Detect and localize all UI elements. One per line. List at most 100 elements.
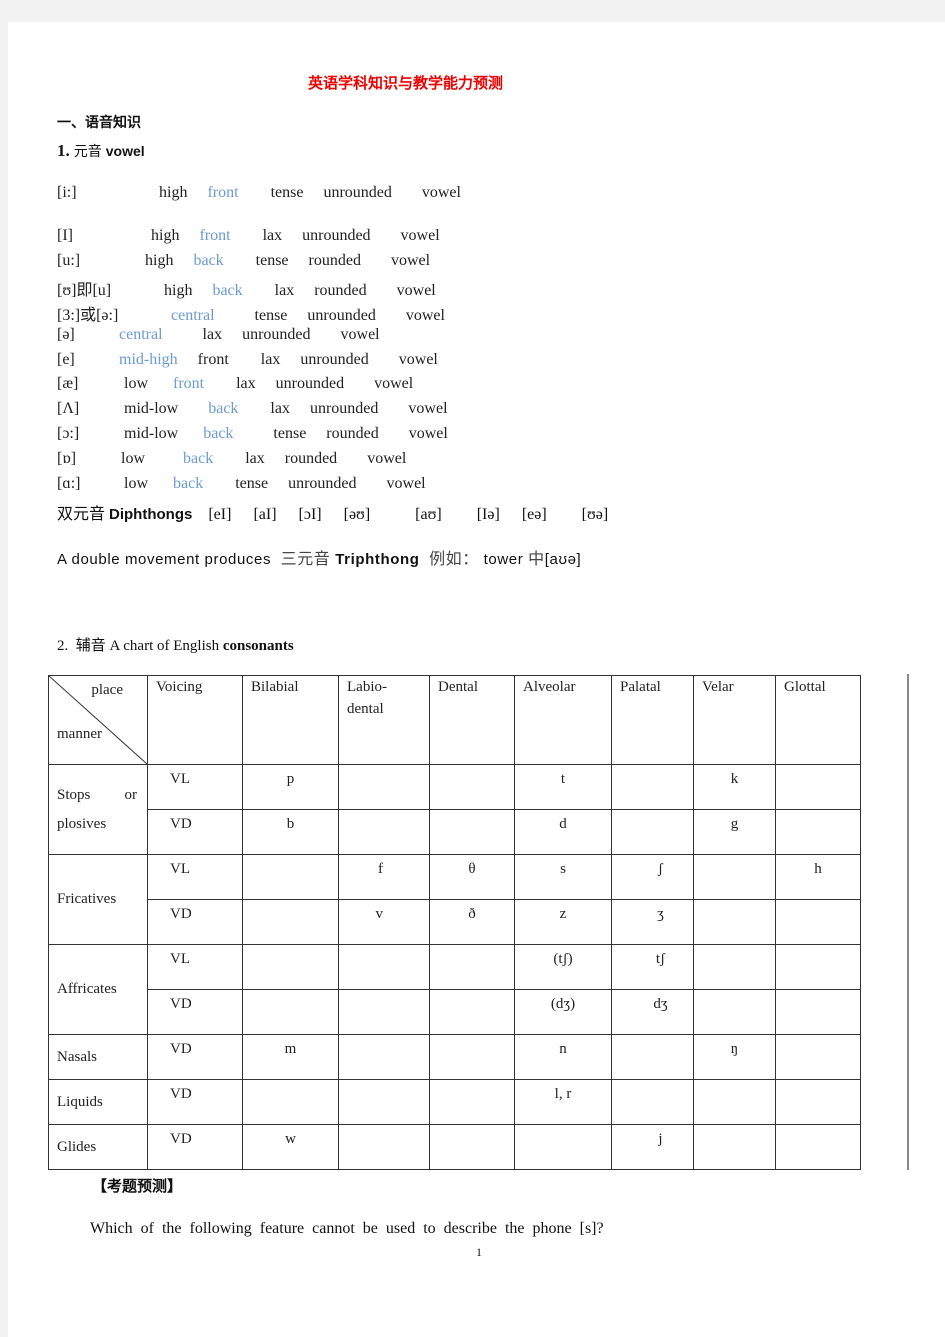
phoneme-cell: n — [514, 1034, 612, 1080]
vowel-feature: rounded — [308, 252, 361, 269]
phoneme-cell — [242, 1079, 339, 1125]
vowel-feature: rounded — [326, 425, 379, 442]
phoneme-cell: θ — [429, 854, 515, 900]
phoneme-cell — [775, 989, 861, 1035]
phoneme-cell: ʒ — [611, 899, 694, 945]
vowel-feature: low — [124, 475, 148, 492]
vowel-feature: low — [121, 450, 145, 467]
diphthong-item: [eI] — [208, 506, 232, 523]
vowel-feature: unrounded — [275, 375, 345, 392]
document-title: 英语学科知识与教学能力预测 — [308, 74, 504, 92]
voicing-cell: VD — [147, 1034, 243, 1080]
vowel-row: [Λ] mid-low back lax unrounded vowel — [57, 400, 470, 418]
vowel-feature: low — [124, 375, 148, 392]
section-heading-consonants: 2. 辅音 A chart of English consonants — [57, 634, 294, 655]
vowel-feature-highlighted: mid-high — [119, 351, 178, 368]
table-row: Stops or plosives VL p t k — [48, 764, 861, 855]
vowel-feature: high — [159, 184, 188, 201]
vowel-feature: high — [164, 282, 193, 299]
phoneme-cell — [429, 944, 515, 990]
table-row: Glides VD w j — [48, 1124, 861, 1170]
example-label: 例如： — [429, 549, 479, 568]
diphthongs-label-en: Diphthongs — [109, 506, 193, 523]
phoneme-cell — [338, 1034, 430, 1080]
vowel-feature: high — [151, 227, 180, 244]
phoneme-cell — [338, 1124, 430, 1170]
vowel-symbol: [i:] — [57, 184, 77, 201]
vowel-feature: vowel — [374, 375, 414, 392]
vowel-feature: vowel — [386, 475, 426, 492]
voicing-cell: VD — [147, 989, 243, 1035]
vowel-feature: vowel — [398, 351, 438, 368]
vowel-row: [ɔ:] mid-low back tense rounded vowel — [57, 425, 470, 443]
phoneme-cell — [338, 809, 430, 855]
phoneme-cell — [775, 1124, 861, 1170]
column-header-label: Palatal — [620, 679, 661, 695]
vowel-row: [ʊ]即[u] high back lax rounded vowel — [57, 276, 458, 300]
phoneme-cell — [693, 899, 776, 945]
manner-label: Stops or plosives — [57, 786, 137, 832]
manner-label: Nasals — [57, 1049, 97, 1065]
phoneme-cell — [775, 1079, 861, 1125]
phoneme-cell — [429, 1079, 515, 1125]
vowel-feature: lax — [260, 351, 281, 368]
phoneme-cell — [611, 1079, 694, 1125]
subheading-number: 1. — [57, 141, 70, 160]
voicing-cell: VD — [147, 899, 243, 945]
vowel-feature: lax — [274, 282, 295, 299]
vowel-feature: vowel — [367, 450, 407, 467]
phoneme-cell: s — [514, 854, 612, 900]
phoneme-cell — [429, 1034, 515, 1080]
example-word: tower — [483, 551, 524, 568]
phoneme-cell — [338, 1079, 430, 1125]
vowel-feature: rounded — [284, 450, 338, 467]
vowel-row: [i:] high front tense unrounded vowel — [57, 184, 483, 202]
vowel-feature-highlighted: central — [119, 326, 163, 343]
phoneme-cell — [338, 764, 430, 810]
vowel-row: [ɒ] low back lax rounded vowel — [57, 450, 428, 468]
voicing-cell: VD — [147, 809, 243, 855]
phoneme-cell: (dʒ) — [514, 989, 612, 1035]
manner-cell: Stops or plosives — [48, 764, 148, 855]
example-in: 中 — [528, 549, 545, 568]
vowel-symbol: [ɔ:] — [57, 425, 80, 442]
column-header: Glottal — [775, 675, 861, 765]
vowel-symbol: [e] — [57, 351, 75, 368]
phoneme-cell: p — [242, 764, 339, 810]
vowel-row: [3:]或[ə:] central tense unrounded vowel — [57, 301, 467, 325]
consonant-chart: place manner Voicing Bilabial Labio- denta… — [48, 675, 861, 1170]
vowel-feature: vowel — [390, 252, 431, 269]
manner-cell: Glides — [48, 1124, 148, 1170]
vowel-feature: vowel — [408, 400, 448, 417]
column-header-label: Dental — [438, 679, 478, 695]
diphthong-item: [Iə] — [476, 506, 500, 523]
table-row: VD b d g — [49, 809, 861, 855]
corner-manner-label: manner — [57, 726, 102, 742]
vowel-feature-highlighted: back — [193, 252, 224, 269]
phoneme-cell — [242, 899, 339, 945]
column-header: Dental — [429, 675, 515, 765]
phoneme-cell — [693, 989, 776, 1035]
table-row: VD v ð z ʒ — [49, 899, 861, 945]
diphthong-item: [aʊ] — [415, 506, 442, 523]
vowel-feature-highlighted: front — [173, 375, 205, 392]
diphthong-items: [eI] [aI] [ɔI] [əʊ] [aʊ] [Iə] [eə] [ʊə] — [196, 506, 608, 523]
vowel-feature: mid-low — [124, 425, 179, 442]
phoneme-cell: t — [514, 764, 612, 810]
vowel-feature-highlighted: back — [208, 400, 239, 417]
phoneme-cell — [693, 1079, 776, 1125]
vowel-feature: lax — [202, 326, 223, 343]
vowel-symbol: [ɑ:] — [57, 475, 81, 492]
diphthong-item: [ɔI] — [298, 506, 322, 523]
table-row: Affricates VL (tʃ) tʃ — [48, 944, 861, 1035]
vowel-feature: vowel — [405, 307, 445, 324]
phoneme-cell — [611, 764, 694, 810]
vowel-feature: front — [197, 351, 229, 368]
phoneme-cell — [693, 944, 776, 990]
vowel-feature: vowel — [396, 282, 436, 299]
phoneme-cell: m — [242, 1034, 339, 1080]
column-header: Bilabial — [242, 675, 339, 765]
phoneme-cell — [775, 944, 861, 990]
vowel-feature-highlighted: back — [183, 450, 214, 467]
manner-label: Fricatives — [57, 891, 117, 907]
